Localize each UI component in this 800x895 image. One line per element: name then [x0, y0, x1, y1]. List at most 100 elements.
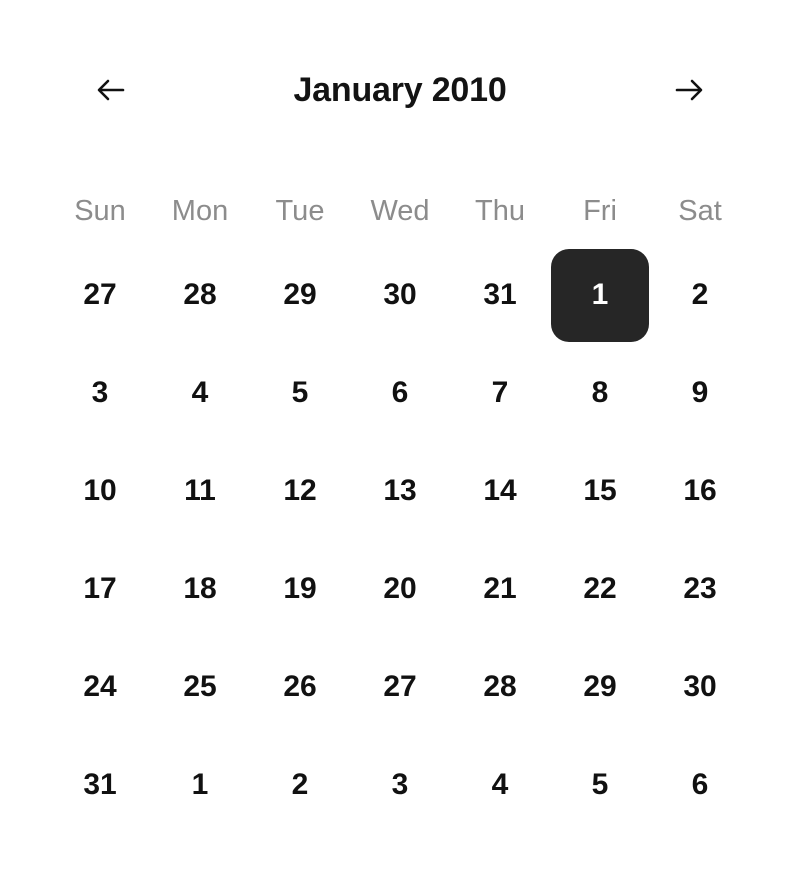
day-button[interactable]: 31	[51, 739, 149, 832]
day-button[interactable]: 27	[51, 249, 149, 342]
day-button[interactable]: 4	[451, 739, 549, 832]
day-cell: 22	[550, 540, 650, 638]
day-button[interactable]: 3	[51, 347, 149, 440]
day-cell: 3	[350, 736, 450, 834]
day-button[interactable]: 26	[251, 641, 349, 734]
day-cell: 17	[50, 540, 150, 638]
day-cell: 3	[50, 344, 150, 442]
day-cell: 1	[550, 246, 650, 344]
day-button[interactable]: 6	[351, 347, 449, 440]
day-button[interactable]: 7	[451, 347, 549, 440]
day-button[interactable]: 13	[351, 445, 449, 538]
day-button[interactable]: 11	[151, 445, 249, 538]
calendar-widget: January 2010 Sun Mon Tue Wed Thu Fri Sat…	[0, 0, 800, 895]
day-button[interactable]: 5	[551, 739, 649, 832]
day-cell: 28	[150, 246, 250, 344]
day-cell: 8	[550, 344, 650, 442]
day-button[interactable]: 12	[251, 445, 349, 538]
day-cell: 27	[50, 246, 150, 344]
day-button[interactable]: 27	[351, 641, 449, 734]
day-button[interactable]: 3	[351, 739, 449, 832]
weekday-label-fri: Fri	[583, 194, 617, 227]
weekday-label-tue: Tue	[275, 194, 325, 227]
day-cell: 6	[650, 736, 750, 834]
day-button[interactable]: 20	[351, 543, 449, 636]
day-cell: 30	[350, 246, 450, 344]
arrow-right-icon	[669, 70, 709, 110]
day-button[interactable]: 23	[651, 543, 749, 636]
day-cell: 2	[250, 736, 350, 834]
day-cell: 19	[250, 540, 350, 638]
day-cell: 12	[250, 442, 350, 540]
day-cell: 29	[550, 638, 650, 736]
day-button[interactable]: 17	[51, 543, 149, 636]
day-cell: 1	[150, 736, 250, 834]
day-button[interactable]: 6	[651, 739, 749, 832]
day-cell: 31	[50, 736, 150, 834]
day-cell: 5	[250, 344, 350, 442]
day-button[interactable]: 10	[51, 445, 149, 538]
weekday-label-wed: Wed	[370, 194, 430, 227]
day-cell: 5	[550, 736, 650, 834]
day-button[interactable]: 29	[251, 249, 349, 342]
previous-month-button[interactable]	[84, 63, 138, 117]
day-cell: 14	[450, 442, 550, 540]
day-cell: 2	[650, 246, 750, 344]
day-cell: 10	[50, 442, 150, 540]
day-button[interactable]: 18	[151, 543, 249, 636]
day-button[interactable]: 19	[251, 543, 349, 636]
day-button[interactable]: 16	[651, 445, 749, 538]
day-button[interactable]: 31	[451, 249, 549, 342]
day-button[interactable]: 2	[651, 249, 749, 342]
next-month-button[interactable]	[662, 63, 716, 117]
weekday-label-sun: Sun	[74, 194, 126, 227]
day-button[interactable]: 24	[51, 641, 149, 734]
day-cell: 31	[450, 246, 550, 344]
day-cell: 15	[550, 442, 650, 540]
day-cell: 11	[150, 442, 250, 540]
day-cell: 24	[50, 638, 150, 736]
day-button[interactable]: 4	[151, 347, 249, 440]
day-cell: 21	[450, 540, 550, 638]
arrow-left-icon	[91, 70, 131, 110]
day-cell: 28	[450, 638, 550, 736]
day-button[interactable]: 9	[651, 347, 749, 440]
day-cell: 27	[350, 638, 450, 736]
day-cell: 16	[650, 442, 750, 540]
day-button[interactable]: 14	[451, 445, 549, 538]
day-button-selected[interactable]: 1	[551, 248, 649, 342]
day-cell: 13	[350, 442, 450, 540]
day-cell: 23	[650, 540, 750, 638]
day-cell: 9	[650, 344, 750, 442]
day-button[interactable]: 15	[551, 445, 649, 538]
day-button[interactable]: 28	[151, 249, 249, 342]
day-button[interactable]: 2	[251, 739, 349, 832]
weekday-header-row: Sun Mon Tue Wed Thu Fri Sat	[50, 180, 750, 242]
day-cell: 4	[150, 344, 250, 442]
dates-grid: 27 28 29 30 31 1 2 3 4 5 6 7 8 9 10 11 12 13 14 15 16 17 18 19 2…	[50, 246, 750, 834]
day-button[interactable]: 1	[151, 739, 249, 832]
page-title: January 2010	[293, 71, 507, 109]
day-cell: 7	[450, 344, 550, 442]
day-button[interactable]: 5	[251, 347, 349, 440]
day-button[interactable]: 22	[551, 543, 649, 636]
calendar-header: January 2010	[0, 0, 800, 180]
day-cell: 18	[150, 540, 250, 638]
day-cell: 26	[250, 638, 350, 736]
calendar-body: Sun Mon Tue Wed Thu Fri Sat 27 28 29 30 31 1 2…	[0, 180, 800, 895]
day-button[interactable]: 25	[151, 641, 249, 734]
day-button[interactable]: 21	[451, 543, 549, 636]
day-button[interactable]: 29	[551, 641, 649, 734]
day-cell: 30	[650, 638, 750, 736]
day-cell: 25	[150, 638, 250, 736]
weekday-label-thu: Thu	[475, 194, 525, 227]
day-cell: 4	[450, 736, 550, 834]
weekday-label-mon: Mon	[171, 194, 229, 227]
day-cell: 6	[350, 344, 450, 442]
day-button[interactable]: 30	[351, 249, 449, 342]
weekday-label-sat: Sat	[678, 194, 722, 227]
day-button[interactable]: 28	[451, 641, 549, 734]
day-cell: 29	[250, 246, 350, 344]
day-button[interactable]: 30	[651, 641, 749, 734]
day-button[interactable]: 8	[551, 347, 649, 440]
